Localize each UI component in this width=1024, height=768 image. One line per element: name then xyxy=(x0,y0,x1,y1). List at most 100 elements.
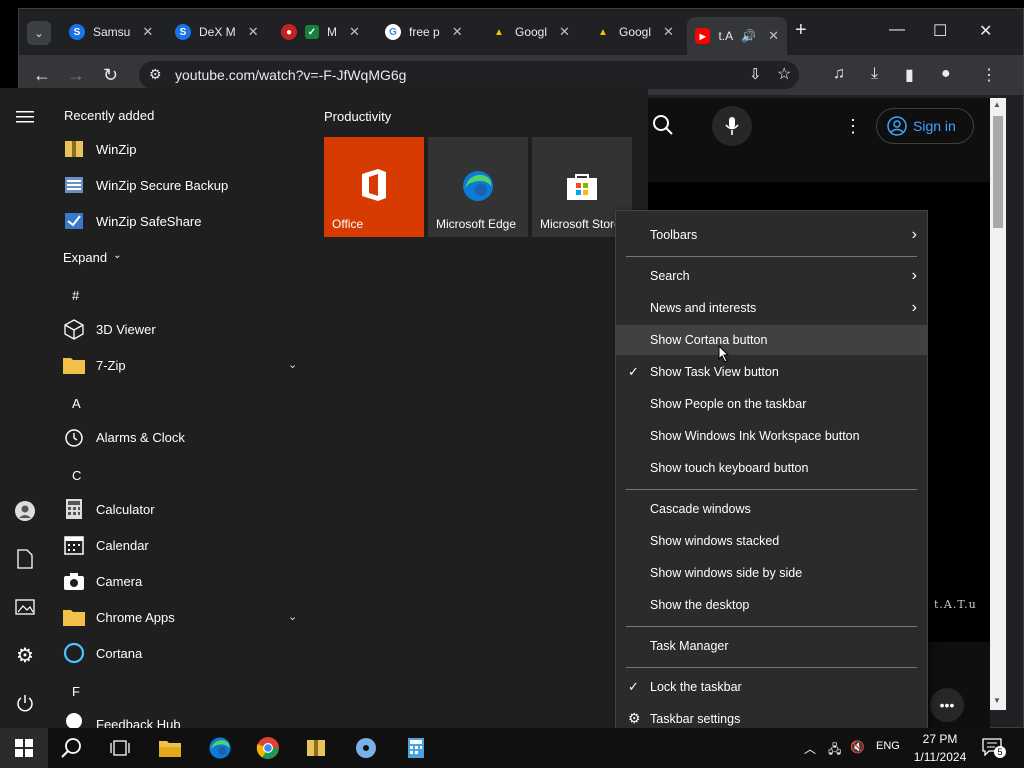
menu-item-news-and-interests[interactable]: News and interests › xyxy=(616,293,927,323)
scroll-up-icon[interactable]: ▲ xyxy=(993,100,1001,109)
app-feedback-hub[interactable]: Feedback Hub xyxy=(62,709,181,728)
install-app-icon[interactable]: ⇩ xyxy=(749,65,762,83)
menu-item-task-manager[interactable]: Task Manager xyxy=(616,631,927,661)
new-tab-button[interactable]: + xyxy=(795,19,807,42)
voice-search-button[interactable] xyxy=(712,106,752,146)
app-calendar[interactable]: Calendar xyxy=(62,529,149,561)
file-explorer-icon[interactable] xyxy=(158,736,182,760)
menu-item-toolbars[interactable]: Toolbars › xyxy=(616,220,927,250)
app-winzip-secure-backup[interactable]: WinZip Secure Backup xyxy=(62,169,228,201)
minimize-icon[interactable]: — xyxy=(889,21,905,39)
volume-muted-icon[interactable]: 🔇 xyxy=(850,740,865,754)
forward-icon[interactable]: → xyxy=(67,65,85,86)
app-7-zip[interactable]: 7-Zip xyxy=(62,349,126,381)
menu-item-show-windows-stacked[interactable]: Show windows stacked xyxy=(616,526,927,556)
tile-office[interactable]: Office xyxy=(324,137,424,237)
tab-search-button[interactable]: ⌄ xyxy=(27,21,51,45)
calculator-taskbar-icon[interactable] xyxy=(404,736,428,760)
expand-button[interactable]: Expand ⌄ xyxy=(63,250,121,265)
menu-item-show-touch-keyboard[interactable]: Show touch keyboard button xyxy=(616,453,927,483)
settings-gear-icon: ⚙ xyxy=(628,710,641,726)
hamburger-menu-icon[interactable] xyxy=(14,106,36,128)
network-icon[interactable]: 🖧 xyxy=(828,740,841,761)
winzip-taskbar-icon[interactable] xyxy=(304,736,328,760)
checkbox-favicon-icon: ✓ xyxy=(305,25,319,39)
start-button[interactable] xyxy=(0,728,48,768)
tab-3[interactable]: ● ✓ M ✕ xyxy=(273,17,377,47)
chevron-down-icon[interactable]: ⌄ xyxy=(288,358,297,371)
app-cortana[interactable]: Cortana xyxy=(62,637,142,669)
menu-item-cascade-windows[interactable]: Cascade windows xyxy=(616,494,927,524)
task-view-icon[interactable] xyxy=(108,736,132,760)
menu-item-show-windows-side-by-side[interactable]: Show windows side by side xyxy=(616,558,927,588)
menu-kebab-icon[interactable]: ⋮ xyxy=(981,65,997,85)
tab-6[interactable]: ▲ Googl ✕ xyxy=(587,17,697,47)
url-text[interactable]: youtube.com/watch?v=-F-JfWqMG6g xyxy=(175,67,406,83)
bookmark-star-icon[interactable]: ☆ xyxy=(777,64,791,84)
back-icon[interactable]: ← xyxy=(33,65,51,86)
close-icon[interactable]: ✕ xyxy=(768,28,779,44)
clock[interactable]: 27 PM 1/11/2024 xyxy=(910,730,970,766)
address-bar[interactable]: ⚙ youtube.com/watch?v=-F-JfWqMG6g ⇩ ☆ xyxy=(139,61,799,89)
chevron-down-icon[interactable]: ⌄ xyxy=(288,610,297,623)
google-drive-favicon-icon: ▲ xyxy=(598,26,608,38)
documents-icon[interactable] xyxy=(14,548,36,570)
close-icon[interactable]: ✕ xyxy=(349,24,360,40)
sign-in-button[interactable]: Sign in xyxy=(876,108,974,144)
app-alarms-clock[interactable]: Alarms & Clock xyxy=(62,421,185,453)
chrome-icon[interactable] xyxy=(256,736,280,760)
download-icon[interactable]: ⤓ xyxy=(871,65,878,83)
settings-gear-icon[interactable]: ⚙ xyxy=(14,644,36,667)
speaker-icon[interactable]: 🔊 xyxy=(741,29,756,43)
scroll-down-icon[interactable]: ▼ xyxy=(993,696,1001,705)
more-options-icon[interactable]: ⋮ xyxy=(844,116,862,137)
tab-active-youtube[interactable]: ▶ t.A 🔊 ✕ xyxy=(687,17,787,55)
tab-title: t.A xyxy=(718,29,734,43)
search-icon[interactable] xyxy=(60,736,84,760)
scrollbar-thumb[interactable] xyxy=(993,116,1003,228)
app-camera[interactable]: Camera xyxy=(62,565,142,597)
menu-item-lock-the-taskbar[interactable]: ✓ Lock the taskbar xyxy=(616,672,927,702)
menu-item-show-task-view-button[interactable]: ✓ Show Task View button xyxy=(616,357,927,387)
menu-item-show-people[interactable]: Show People on the taskbar xyxy=(616,389,927,419)
profile-icon[interactable]: ● xyxy=(941,65,951,83)
more-actions-button[interactable]: ••• xyxy=(930,688,964,722)
language-indicator[interactable]: ENG xyxy=(876,740,900,752)
close-icon[interactable]: ✕ xyxy=(663,24,674,40)
tab-2[interactable]: S DeX M ✕ xyxy=(167,17,277,47)
close-icon[interactable]: ✕ xyxy=(452,24,463,40)
app-3d-viewer[interactable]: 3D Viewer xyxy=(62,313,156,345)
menu-item-show-the-desktop[interactable]: Show the desktop xyxy=(616,590,927,620)
power-icon[interactable] xyxy=(14,692,36,714)
close-icon[interactable]: ✕ xyxy=(559,24,570,40)
menu-item-show-cortana-button[interactable]: Show Cortana button xyxy=(616,325,927,363)
app-calculator[interactable]: Calculator xyxy=(62,493,155,525)
tab-4[interactable]: G free p ✕ xyxy=(377,17,487,47)
menu-item-search[interactable]: Search › xyxy=(616,261,927,291)
reload-icon[interactable]: ↻ xyxy=(103,65,118,86)
app-chrome-apps[interactable]: Chrome Apps xyxy=(62,601,175,633)
search-icon[interactable] xyxy=(652,114,674,142)
close-icon[interactable]: ✕ xyxy=(248,24,259,40)
side-panel-icon[interactable]: ▮ xyxy=(905,65,914,85)
chevron-up-icon[interactable]: ︿ xyxy=(804,740,816,757)
page-scrollbar[interactable]: ▲ ▼ xyxy=(990,98,1006,710)
user-account-icon[interactable] xyxy=(14,500,36,522)
tab-title: Samsu xyxy=(93,25,131,39)
tab-1[interactable]: S Samsu ✕ xyxy=(61,17,171,47)
media-disc-icon[interactable] xyxy=(354,736,378,760)
app-winzip[interactable]: WinZip xyxy=(62,133,136,165)
close-window-icon[interactable]: ✕ xyxy=(979,21,992,41)
maximize-icon[interactable]: ☐ xyxy=(933,21,947,41)
app-label: Feedback Hub xyxy=(96,717,181,728)
tile-microsoft-edge[interactable]: Microsoft Edge xyxy=(428,137,528,237)
tab-5[interactable]: ▲ Googl ✕ xyxy=(483,17,593,47)
pictures-icon[interactable] xyxy=(14,596,36,618)
close-icon[interactable]: ✕ xyxy=(142,24,153,40)
media-control-icon[interactable]: ♫ xyxy=(833,65,845,83)
edge-icon[interactable] xyxy=(208,736,232,760)
app-winzip-safeshare[interactable]: WinZip SafeShare xyxy=(62,205,202,237)
menu-item-show-windows-ink[interactable]: Show Windows Ink Workspace button xyxy=(616,421,927,451)
notification-center-button[interactable]: 5 xyxy=(982,738,1006,761)
site-info-icon[interactable]: ⚙ xyxy=(149,66,162,83)
